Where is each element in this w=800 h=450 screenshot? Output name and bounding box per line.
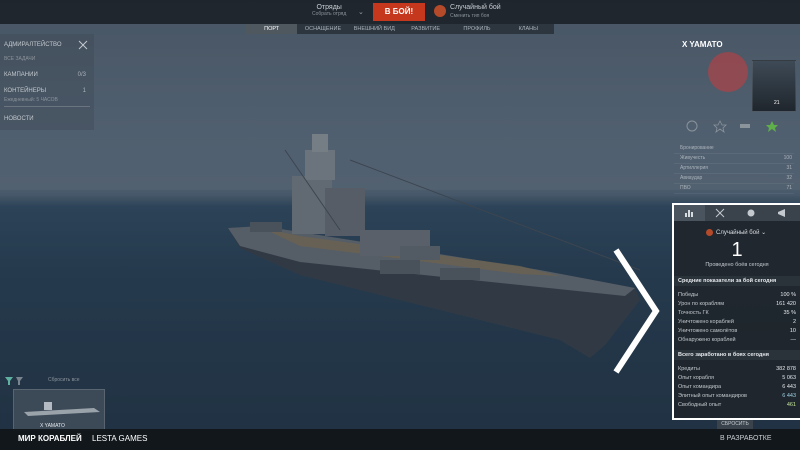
upgrade-icon	[740, 124, 750, 128]
stats-mode-label: Случайный бой	[716, 230, 760, 237]
daily-stats-panel: Случайный бой ⌄ 1 Проведено боёв сегодня…	[672, 203, 800, 420]
tab-port[interactable]: ПОРТ	[246, 24, 298, 34]
tab-notifications[interactable]	[767, 205, 798, 221]
chevron-down-icon[interactable]: ⌄	[358, 8, 364, 16]
tab-equipment[interactable]: ОСНАЩЕНИЕ	[297, 24, 348, 34]
ship-icon-row	[686, 120, 778, 133]
battle-mode-title: Случайный бой	[450, 4, 501, 11]
module-value: 100	[783, 155, 792, 161]
crossed-swords-icon	[715, 208, 725, 218]
stat-row: Урон по кораблям 161 420	[678, 301, 796, 307]
containers-value: 1	[82, 88, 86, 94]
battle-button[interactable]: В БОЙ!	[373, 3, 425, 21]
ship-name: X YAMATO	[682, 40, 723, 49]
module-label: ПВО	[680, 185, 691, 191]
random-battle-icon	[434, 5, 446, 17]
all-tasks-link[interactable]: ВСЕ ЗАДАЧИ	[4, 56, 35, 62]
random-battle-icon	[706, 229, 713, 236]
module-label: Живучесть	[680, 155, 706, 161]
admiralty-link[interactable]: АДМИРАЛТЕЙСТВО	[4, 42, 62, 48]
avg-section-header: Средние показатели за бой сегодня	[674, 276, 800, 286]
containers-subtitle: Ежедневный: 5 ЧАСОВ	[4, 97, 58, 103]
containers-link[interactable]: КОНТЕЙНЕРЫ	[4, 88, 46, 94]
bar-chart-icon	[685, 210, 693, 217]
module-row[interactable]: Живучесть 100	[674, 154, 794, 164]
campaigns-value: 0/3	[77, 72, 86, 78]
earned-section-header: Всего заработано в боях сегодня	[674, 350, 800, 360]
module-value: 32	[786, 175, 792, 181]
earned-row: Кредиты 382 878	[678, 366, 796, 372]
tab-clans[interactable]: КЛАНЫ	[503, 24, 554, 34]
ship-modules-list: Бронирование Живучесть 100 Артиллерия 31 А…	[674, 144, 794, 194]
stat-row: Обнаружено кораблей —	[678, 337, 796, 343]
stats-mode-selector[interactable]: Случайный бой ⌄	[706, 229, 766, 236]
commander-level: 21	[774, 100, 780, 106]
nation-flag-icon	[708, 52, 748, 92]
earned-row: Опыт корабля 5 063	[678, 375, 796, 381]
tab-stats[interactable]	[674, 205, 705, 221]
main-tabs: ПОРТ ОСНАЩЕНИЕ ВНЕШНИЙ ВИД РАЗВИТИЕ ПРОФ…	[246, 24, 554, 34]
in-development-label: В РАЗРАБОТКЕ	[720, 435, 772, 442]
tab-profile[interactable]: ПРОФИЛЬ	[451, 24, 502, 34]
tab-development[interactable]: РАЗВИТИЕ	[400, 24, 451, 34]
earned-row: Свободный опыт 461	[678, 402, 796, 408]
tab-appearance[interactable]: ВНЕШНИЙ ВИД	[349, 24, 400, 34]
elite-star-icon	[766, 121, 778, 132]
top-bar: Отряды Собрать отряд ⌄ В БОЙ! Случайный …	[0, 0, 800, 24]
chat-bubble-icon	[747, 209, 755, 217]
chevron-down-icon: ⌄	[761, 230, 767, 237]
ship-thumbnail	[24, 402, 100, 416]
module-row[interactable]: Артиллерия 31	[674, 164, 794, 174]
module-value: 31	[786, 165, 792, 171]
squads-title: Отряды	[316, 4, 342, 11]
squads-block[interactable]: Отряды Собрать отряд	[312, 4, 346, 17]
reset-filters-link[interactable]: Сбросить все	[48, 377, 80, 383]
tab-chat[interactable]	[736, 205, 767, 221]
module-row[interactable]: ПВО 71	[674, 184, 794, 194]
divider	[4, 106, 90, 107]
game-logo: МИР КОРАБЛЕЙ	[18, 434, 82, 443]
campaigns-link[interactable]: КАМПАНИИ	[4, 72, 38, 78]
module-value: 71	[786, 185, 792, 191]
ship-card[interactable]: X YAMATO	[13, 389, 105, 431]
stat-row: Победы 100 %	[678, 292, 796, 298]
module-label: Бронирование	[680, 145, 714, 151]
chevron-right-icon	[613, 248, 660, 374]
tab-battles[interactable]	[705, 205, 736, 221]
filter-icon[interactable]	[4, 376, 24, 386]
megaphone-icon	[778, 209, 785, 217]
module-label: Авиаудар	[680, 175, 703, 181]
battles-count-label: Проведено боёв сегодня	[705, 262, 769, 268]
publisher-logo: LESTA GAMES	[92, 434, 148, 443]
battles-count: 1	[731, 239, 743, 261]
news-link[interactable]: НОВОСТИ	[4, 116, 34, 122]
star-icon	[713, 120, 727, 133]
stats-icon-bar	[674, 205, 800, 221]
carousel-filter: Сбросить все	[4, 376, 84, 386]
stat-row: Уничтожено кораблей 2	[678, 319, 796, 325]
flag-icon	[686, 120, 698, 132]
module-label: Артиллерия	[680, 165, 708, 171]
bottom-bar: МИР КОРАБЛЕЙ LESTA GAMES В РАЗРАБОТКЕ	[0, 429, 800, 450]
stat-row: Уничтожено самолётов 10	[678, 328, 796, 334]
earned-row: Элитный опыт командиров 6 443	[678, 393, 796, 399]
reset-button[interactable]: СБРОСИТЬ	[717, 420, 753, 429]
left-panel: АДМИРАЛТЕЙСТВО ВСЕ ЗАДАЧИ КАМПАНИИ 0/3 К…	[0, 34, 94, 130]
squads-subtitle: Собрать отряд	[312, 11, 347, 17]
module-row[interactable]: Авиаудар 32	[674, 174, 794, 184]
crossed-swords-icon[interactable]	[78, 40, 88, 50]
battle-mode-subtitle: Сменить тип боя	[450, 13, 490, 19]
earned-row: Опыт командира 6 443	[678, 384, 796, 390]
stat-row: Точность ГК 35 %	[678, 310, 796, 316]
module-row[interactable]: Бронирование	[674, 144, 794, 154]
